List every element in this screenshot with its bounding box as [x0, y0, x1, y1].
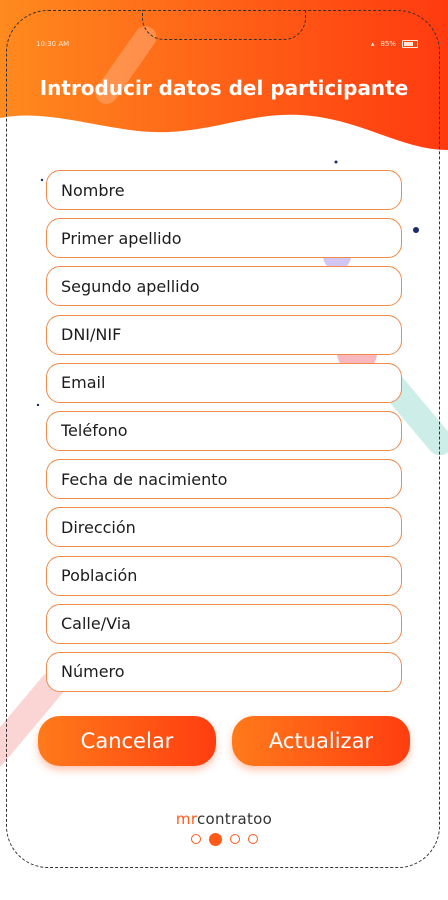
pager-dot[interactable]: [190, 834, 201, 844]
battery-icon: [402, 40, 418, 48]
primer-apellido-field[interactable]: [46, 218, 402, 259]
participant-form: [46, 170, 402, 700]
direccion-field[interactable]: [46, 507, 402, 548]
wifi-icon: ▴: [370, 40, 375, 48]
poblacion-field[interactable]: [46, 555, 402, 596]
logo-prefix: mr: [175, 810, 197, 828]
segundo-apellido-field[interactable]: [46, 266, 402, 307]
dni-nif-field[interactable]: [46, 314, 402, 355]
email-field[interactable]: [46, 362, 402, 403]
phone-notch: [142, 10, 306, 40]
calle-via-field[interactable]: [46, 603, 402, 644]
status-indicators: ▴ 85%: [371, 40, 418, 48]
numero-field[interactable]: [46, 651, 402, 692]
battery-percent: 85%: [380, 40, 396, 48]
pager-dot-active[interactable]: [208, 832, 222, 846]
pager-dot[interactable]: [229, 834, 240, 844]
nombre-field[interactable]: [46, 170, 402, 210]
page-title: Introducir datos del participante: [39, 76, 409, 100]
brand-logo: mrcontratoo: [0, 810, 448, 828]
telefono-field[interactable]: [46, 410, 402, 451]
cancel-button[interactable]: Cancelar: [38, 716, 216, 766]
pager-dot[interactable]: [247, 834, 258, 844]
update-button[interactable]: Actualizar: [232, 716, 410, 766]
pager-dots: [0, 832, 448, 846]
logo-suffix: contratoo: [196, 810, 273, 828]
status-time: 10:30 AM: [36, 40, 70, 48]
fecha-nacimiento-field[interactable]: [46, 459, 402, 500]
